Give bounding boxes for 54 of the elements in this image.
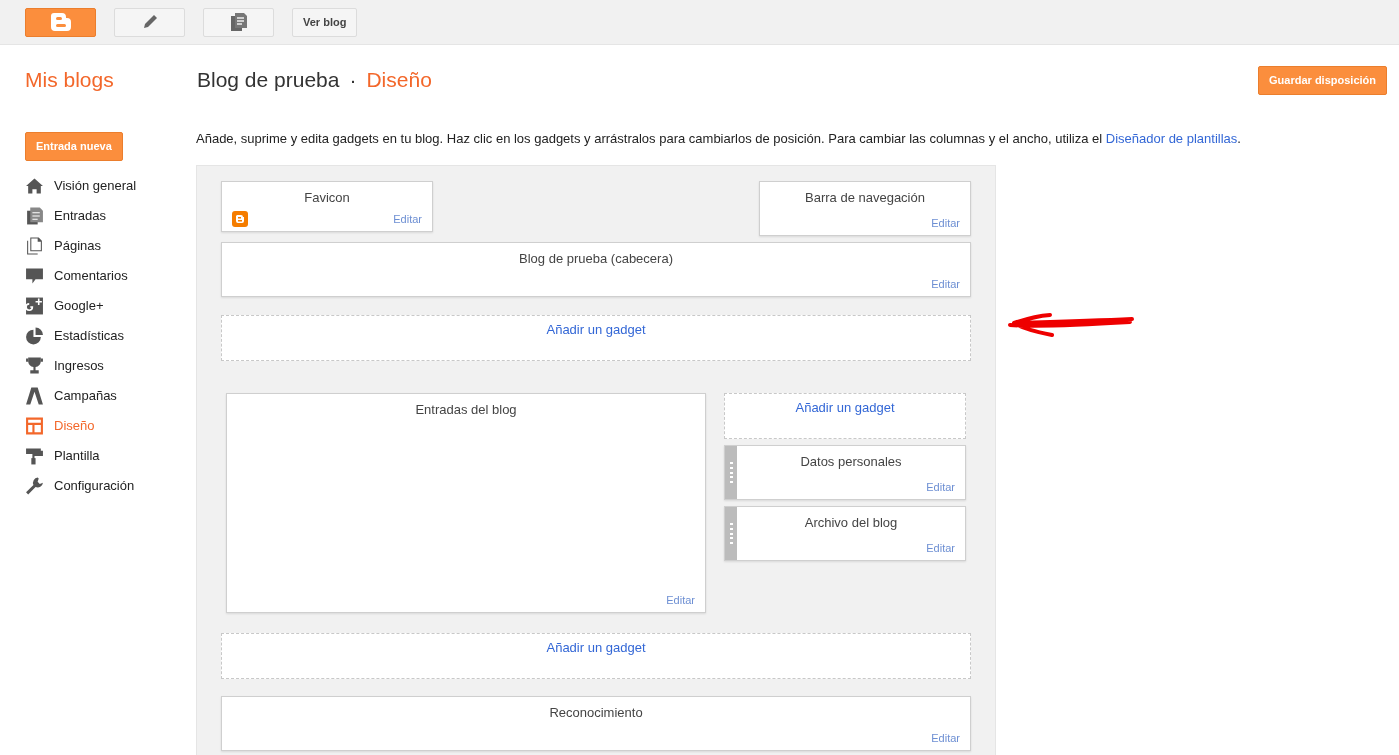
pencil-icon — [141, 14, 158, 30]
sidebar-item[interactable]: Google+ — [25, 291, 196, 321]
layout-icon — [25, 417, 44, 435]
gadget-card[interactable]: Barra de navegación Editar — [759, 181, 971, 236]
gadget-title: Favicon — [303, 189, 351, 207]
sidebar-item[interactable]: Configuración — [25, 471, 196, 501]
pencil-button[interactable] — [114, 7, 185, 37]
gadget-card[interactable]: Entradas del blog Editar — [226, 393, 706, 613]
sidebar-item[interactable]: Ingresos — [25, 351, 196, 381]
pages-icon — [25, 237, 44, 255]
sidebar-item[interactable]: Visión general — [25, 171, 196, 201]
blogger-button[interactable] — [25, 7, 96, 37]
sidebar-item[interactable]: Páginas — [25, 231, 196, 261]
drag-handle[interactable] — [725, 446, 737, 499]
comments-icon — [25, 267, 44, 285]
sidebar-item[interactable]: Entradas — [25, 201, 196, 231]
stats-icon — [25, 327, 44, 345]
posts-icon — [25, 207, 44, 225]
gplus-icon — [25, 297, 44, 315]
sidebar-item[interactable]: Estadísticas — [25, 321, 196, 351]
gadget-title: Archivo del blog — [803, 514, 899, 532]
gadget-title: Barra de navegación — [804, 189, 926, 207]
drag-handle[interactable] — [725, 507, 737, 560]
view-blog-button[interactable]: Ver blog — [292, 7, 358, 37]
wrench-icon — [25, 477, 44, 495]
gadget-card[interactable]: Favicon Editar — [221, 181, 433, 232]
add-gadget-link[interactable]: Añadir un gadget — [795, 398, 895, 416]
add-gadget-link[interactable]: Añadir un gadget — [546, 638, 646, 656]
blogger-logo-icon — [50, 13, 71, 31]
gadget-title: Blog de prueba (cabecera) — [518, 250, 674, 268]
gadget-card[interactable]: Reconocimiento Editar — [221, 696, 971, 751]
sidebar-item[interactable]: Campañas — [25, 381, 196, 411]
trophy-icon — [25, 357, 44, 375]
grip-dots-icon — [729, 462, 733, 483]
sidebar-item[interactable]: Comentarios — [25, 261, 196, 291]
blog-name-title: Blog de prueba — [197, 67, 340, 94]
posts-button[interactable] — [203, 7, 274, 37]
blogger-favicon-icon — [232, 211, 248, 227]
title-separator: · — [349, 67, 357, 94]
gadget-title: Entradas del blog — [414, 401, 518, 419]
gadget-card[interactable]: Blog de prueba (cabecera) Editar — [221, 242, 971, 297]
home-icon — [25, 177, 44, 195]
gadget-title: Reconocimiento — [548, 704, 644, 722]
campaigns-icon — [25, 387, 44, 405]
grip-dots-icon — [729, 523, 733, 544]
add-gadget-link[interactable]: Añadir un gadget — [546, 320, 646, 338]
roller-icon — [25, 447, 44, 465]
gadget-card[interactable]: Datos personales Editar — [724, 445, 966, 500]
intro-paragraph: Añade, suprime y edita gadgets en tu blog. Haz clic en los gadgets y arrástralos para cambiarlos de posición. Para cambiar las columnas y el ancho, utiliza el Diseñador de plantillas. — [196, 130, 1242, 148]
sidebar-item[interactable]: Plantilla — [25, 441, 196, 471]
page-title: Diseño — [366, 67, 432, 94]
gadget-card[interactable]: Archivo del blog Editar — [724, 506, 966, 561]
documents-icon — [230, 13, 247, 31]
gadget-title: Datos personales — [799, 453, 903, 471]
